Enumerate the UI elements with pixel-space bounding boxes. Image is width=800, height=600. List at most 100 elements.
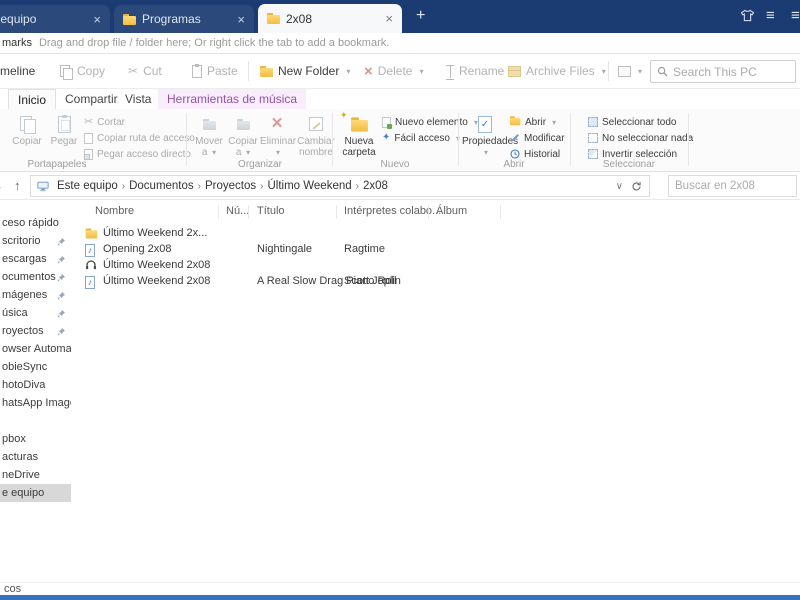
pin-icon xyxy=(57,273,66,281)
explorer-search-input[interactable] xyxy=(668,175,797,197)
ribbon-easy-access-button[interactable]: ✦ Fácil acceso ▾ xyxy=(382,130,460,146)
column-divider[interactable] xyxy=(428,205,429,219)
sidebar-item-label: hotoDiva xyxy=(2,379,46,391)
tab-2x08-active[interactable]: 2x08 × xyxy=(258,4,402,33)
ribbon-paste-button[interactable]: Pegar xyxy=(46,113,82,148)
group-label-open: Abrir xyxy=(503,159,525,170)
new-folder-button[interactable]: New Folder ▾ xyxy=(260,54,350,88)
column-divider[interactable] xyxy=(500,205,501,219)
file-row-ultimo-weekend-project[interactable]: Último Weekend 2x08 xyxy=(71,258,800,274)
tab-programas[interactable]: Programas × xyxy=(114,5,254,33)
sidebar-item-music[interactable]: úsica xyxy=(0,304,71,322)
ribbon-copy-path-button[interactable]: Copiar ruta de acceso xyxy=(84,130,195,146)
rename-button[interactable]: Rename xyxy=(446,54,504,88)
column-header-name[interactable]: Nombre xyxy=(95,205,134,217)
breadcrumb-segment[interactable]: 2x08 xyxy=(359,180,392,192)
sidebar-item-pictures[interactable]: mágenes xyxy=(0,286,71,304)
column-header-album[interactable]: Álbum xyxy=(436,205,467,217)
tab-este-equipo[interactable]: ste equipo × xyxy=(0,5,110,33)
copy-button[interactable]: Copy xyxy=(60,54,105,88)
menu-icon-partial[interactable]: ≡ xyxy=(791,7,800,24)
ribbon-edit-button[interactable]: Modificar xyxy=(510,130,565,146)
back-button[interactable]: ← xyxy=(0,178,4,193)
folder-icon xyxy=(260,65,273,77)
ribbon-properties-button[interactable]: ✓ Propiedades ▾ xyxy=(462,113,518,158)
select-all-icon xyxy=(588,117,598,127)
archive-icon xyxy=(508,65,521,77)
sidebar-item-desktop[interactable]: scritorio xyxy=(0,232,71,250)
close-icon[interactable]: × xyxy=(385,12,393,25)
ribbon-paste-shortcut-button[interactable]: Pegar acceso directo xyxy=(84,146,191,162)
breadcrumb[interactable]: Este equipo › Documentos › Proyectos › Ú… xyxy=(30,175,650,197)
refresh-icon[interactable] xyxy=(631,181,649,192)
ribbon-tab-inicio[interactable]: Inicio xyxy=(8,89,57,109)
column-divider[interactable] xyxy=(336,205,337,219)
delete-button[interactable]: × Delete ▾ xyxy=(364,54,423,88)
sidebar-item-this-pc[interactable]: e equipo xyxy=(0,484,71,502)
search-input[interactable] xyxy=(673,64,789,79)
sidebar-item-photodiva[interactable]: hotoDiva xyxy=(0,376,71,394)
ribbon-cut-button[interactable]: ✂ Cortar xyxy=(84,114,125,130)
sidebar-item-dropbox[interactable]: pbox xyxy=(0,430,71,448)
ribbon-move-to-button[interactable]: Mover a ▾ xyxy=(192,113,226,158)
breadcrumb-segment[interactable]: Último Weekend xyxy=(263,180,355,192)
ribbon-tab-herramientas-musica[interactable]: Herramientas de música xyxy=(158,89,307,109)
sidebar-item-whatsapp-images[interactable]: hatsApp Images 7 xyxy=(0,394,71,412)
cut-button[interactable]: ✂ Cut xyxy=(128,54,162,88)
ribbon-tab-vista[interactable]: Vista xyxy=(116,89,160,109)
bookmarks-bar[interactable]: marks Drag and drop file / folder here; … xyxy=(0,33,800,54)
file-row-folder[interactable]: Último Weekend 2x... xyxy=(71,226,800,242)
sidebar-item-mobiesync[interactable]: obieSync xyxy=(0,358,71,376)
menu-icon[interactable]: ≡ xyxy=(766,7,775,24)
archive-files-button[interactable]: Archive Files ▾ xyxy=(508,54,606,88)
chevron-down-icon[interactable]: ▾ xyxy=(419,67,423,76)
breadcrumb-segment[interactable]: Este equipo xyxy=(53,180,122,192)
scissors-icon: ✂ xyxy=(84,115,94,128)
pin-icon xyxy=(57,309,66,317)
ribbon-select-all-button[interactable]: Seleccionar todo xyxy=(588,114,677,130)
divider xyxy=(186,113,187,166)
file-row-ultimo-weekend-audio[interactable]: ♪ Último Weekend 2x08 A Real Slow Drag P… xyxy=(71,274,800,290)
sidebar-item-downloads[interactable]: escargas xyxy=(0,250,71,268)
file-row-opening[interactable]: ♪ Opening 2x08 Nightingale Ragtime xyxy=(71,242,800,258)
column-divider[interactable] xyxy=(248,205,249,219)
timeline-button[interactable]: meline xyxy=(0,54,35,88)
sidebar-item-proyectos[interactable]: royectos xyxy=(0,322,71,340)
open-label: Abrir xyxy=(525,116,547,128)
paste-button[interactable]: Paste xyxy=(192,54,238,88)
select-none-label: No seleccionar nada xyxy=(602,132,694,144)
breadcrumb-segment[interactable]: Proyectos xyxy=(201,180,260,192)
sidebar-item-documents[interactable]: ocumentos xyxy=(0,268,71,286)
breadcrumb-segment[interactable]: Documentos xyxy=(125,180,198,192)
ribbon-delete-button[interactable]: × Eliminar ▾ xyxy=(260,113,296,158)
divider xyxy=(688,113,689,166)
close-icon[interactable]: × xyxy=(93,13,101,26)
close-icon[interactable]: × xyxy=(237,13,245,26)
address-dropdown-icon[interactable]: ∨ xyxy=(608,181,631,192)
wardrobe-icon[interactable] xyxy=(740,9,755,27)
chevron-down-icon[interactable]: ▾ xyxy=(638,67,642,76)
folder-icon xyxy=(267,13,280,24)
sidebar-item-facturas[interactable]: acturas xyxy=(0,448,71,466)
new-tab-button[interactable]: + xyxy=(416,7,425,25)
chevron-down-icon[interactable]: ▾ xyxy=(602,67,606,76)
column-divider[interactable] xyxy=(218,205,219,219)
ribbon-new-folder-button[interactable]: ✦ Nueva carpeta xyxy=(338,110,380,158)
ribbon-copy-to-button[interactable]: Copiar a ▾ xyxy=(226,113,260,158)
sidebar-item-onedrive[interactable]: neDrive xyxy=(0,466,71,484)
chevron-down-icon[interactable]: ▾ xyxy=(346,67,350,76)
status-bar: cos xyxy=(0,582,800,595)
ribbon-open-button[interactable]: Abrir ▾ xyxy=(510,114,556,130)
ribbon-select-none-button[interactable]: No seleccionar nada xyxy=(588,130,693,146)
column-header-title[interactable]: Título xyxy=(257,205,285,217)
scissors-icon: ✂ xyxy=(128,64,139,78)
pencil-icon xyxy=(511,134,519,142)
column-header-artists[interactable]: Intérpretes colabo... xyxy=(344,205,441,217)
sidebar-item-browser-automation[interactable]: owser Automatio xyxy=(0,340,71,358)
up-button[interactable]: ↑ xyxy=(14,178,21,193)
tools-dropdown-button[interactable]: ▾ xyxy=(618,54,642,88)
column-header-number[interactable]: Nú... xyxy=(226,205,249,217)
sidebar-item-quick-access[interactable]: ceso rápido xyxy=(0,214,71,232)
pin-icon xyxy=(57,327,66,335)
ribbon-copy-button[interactable]: Copiar xyxy=(8,113,46,148)
